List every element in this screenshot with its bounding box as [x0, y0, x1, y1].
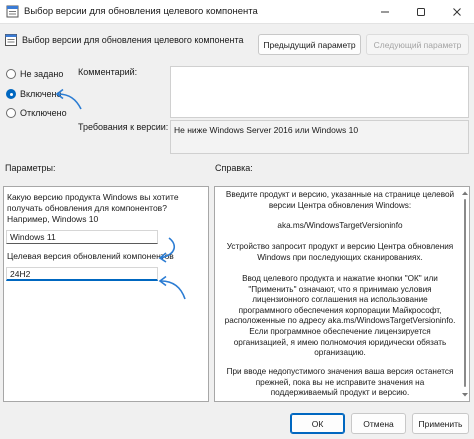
help-text: лицензионного соглашения на использовани…	[252, 295, 428, 305]
help-label: Справка:	[215, 163, 253, 173]
radio-indicator	[6, 108, 16, 118]
radio-label: Включено	[20, 89, 62, 99]
close-button[interactable]	[439, 0, 474, 24]
help-text: прежней, пока вы не исправите значения н…	[255, 377, 425, 387]
comment-label: Комментарий:	[78, 67, 138, 77]
question-line-2: получать обновления для компонентов?	[7, 203, 167, 213]
help-text: aka.ms/WindowsTargetVersioninfo	[277, 221, 403, 230]
help-text: Устройство запросит продукт и версию Цен…	[226, 242, 454, 251]
scroll-down-icon	[462, 393, 468, 397]
setting-title: Выбор версии для обновления целевого ком…	[22, 35, 244, 45]
help-text: "Применить" означают, что я принимаю усл…	[248, 284, 432, 294]
target-version-label: Целевая версия обновлений компонентов	[7, 251, 174, 261]
help-text: версии Центра обновления Windows:	[268, 200, 412, 210]
apply-button[interactable]: Применить	[412, 413, 469, 434]
product-input[interactable]: Windows 11	[6, 230, 158, 244]
maximize-button[interactable]	[403, 0, 439, 24]
help-text: Введите продукт и версию, указанные на с…	[225, 190, 455, 199]
help-paragraph-4: При вводе недопустимого значения ваша ве…	[221, 367, 459, 399]
radio-label: Не задано	[20, 69, 64, 79]
radio-label: Отключено	[20, 108, 67, 118]
scroll-thumb[interactable]	[464, 199, 466, 387]
next-setting-button[interactable]: Следующий параметр	[366, 34, 469, 55]
requirements-value: Не ниже Windows Server 2016 или Windows …	[174, 125, 359, 135]
maximize-icon	[417, 8, 425, 16]
help-text: Ввод целевого продукта и нажатие кнопки …	[242, 274, 438, 283]
help-scrollbar[interactable]	[460, 187, 469, 401]
help-link: aka.ms/WindowsTargetVersioninfo	[221, 221, 459, 232]
window-title: Выбор версии для обновления целевого ком…	[24, 6, 258, 17]
help-text: расположенные по адресу aka.ms/WindowsTa…	[224, 316, 456, 326]
options-label: Параметры:	[5, 163, 56, 173]
requirements-label: Требования к версии:	[78, 122, 169, 132]
help-text: организацией, я имею полномочия юридичес…	[233, 337, 447, 347]
question-line-3: Например, Windows 10	[7, 214, 99, 224]
minimize-button[interactable]	[367, 0, 403, 24]
close-icon	[453, 8, 461, 16]
comment-textarea[interactable]	[170, 66, 469, 118]
policy-icon	[6, 5, 19, 18]
minimize-icon	[381, 11, 389, 13]
radio-indicator	[6, 89, 16, 99]
title-bar: Выбор версии для обновления целевого ком…	[0, 0, 474, 24]
radio-indicator	[6, 69, 16, 79]
help-text: Windows при последующих сканированиях.	[257, 252, 423, 262]
help-text: организацию.	[314, 348, 366, 358]
help-paragraph-2: Устройство запросит продукт и версию Цен…	[221, 242, 459, 263]
ok-button[interactable]: ОК	[290, 413, 345, 434]
help-paragraph-1: Введите продукт и версию, указанные на с…	[221, 190, 459, 211]
help-panel: Введите продукт и версию, указанные на с…	[214, 186, 470, 402]
radio-enabled[interactable]: Включено	[6, 89, 62, 99]
requirements-box: Не ниже Windows Server 2016 или Windows …	[170, 120, 469, 154]
radio-not-configured[interactable]: Не задано	[6, 69, 63, 79]
help-text: При вводе недопустимого значения ваша ве…	[226, 367, 454, 376]
policy-setting-icon	[5, 34, 17, 46]
help-text: программного обеспечения корпорации Майк…	[238, 305, 442, 315]
options-panel: Какую версию продукта Windows вы хотите …	[3, 186, 209, 402]
target-version-input[interactable]: 24H2	[6, 267, 158, 281]
previous-setting-button[interactable]: Предыдущий параметр	[258, 34, 361, 55]
help-text: Если программное обеспечение лицензирует…	[249, 326, 431, 336]
scroll-up-icon	[462, 191, 468, 195]
help-text: поддерживаемый продукт и версию.	[270, 388, 410, 398]
cancel-button[interactable]: Отмена	[351, 413, 406, 434]
radio-disabled[interactable]: Отключено	[6, 108, 67, 118]
question-line-1: Какую версию продукта Windows вы хотите	[7, 192, 179, 202]
help-paragraph-3: Ввод целевого продукта и нажатие кнопки …	[221, 274, 459, 359]
